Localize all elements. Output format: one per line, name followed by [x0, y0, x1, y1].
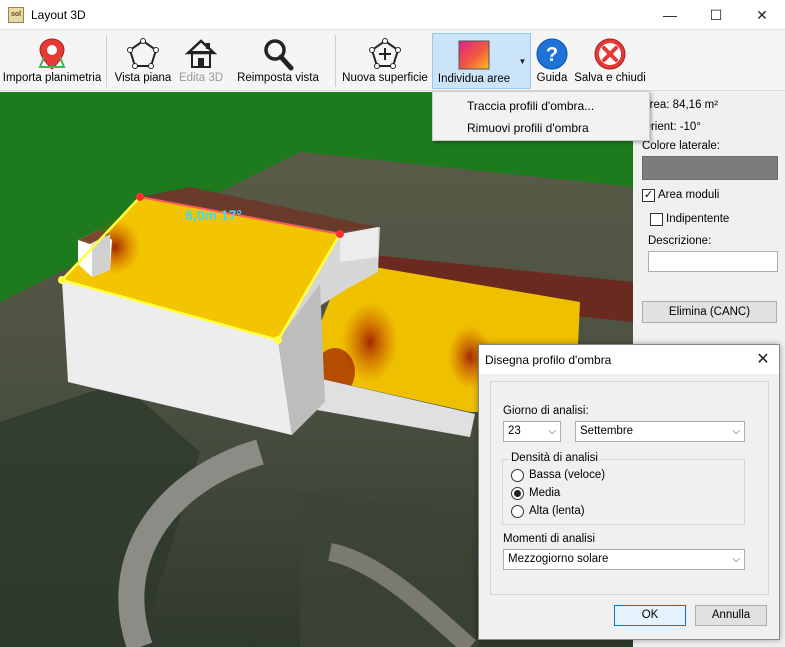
- checkmark-icon: ✓: [643, 189, 654, 201]
- chevron-down-icon: ⌵: [732, 554, 740, 565]
- independent-checkbox[interactable]: [650, 213, 663, 226]
- day-value: 23: [508, 425, 521, 437]
- minimize-button[interactable]: —: [647, 0, 693, 30]
- density-low-label: Bassa (veloce): [529, 469, 606, 481]
- orientation-value: Orient: -10°: [642, 121, 701, 133]
- pentagon-icon: [127, 38, 159, 69]
- month-value: Settembre: [580, 425, 634, 437]
- magnifier-icon: [264, 39, 294, 71]
- edit-3d-label: Edita 3D: [178, 72, 224, 84]
- flat-view-label: Vista piana: [114, 72, 172, 84]
- help-icon: ?: [536, 38, 568, 70]
- identify-areas-label: Individua aree: [437, 73, 511, 85]
- moments-label: Momenti di analisi: [503, 533, 596, 545]
- save-close-label: Salva e chiudi: [574, 72, 646, 84]
- dialog-close-button[interactable]: ✕: [753, 349, 773, 369]
- close-icon: ✕: [756, 351, 770, 368]
- toolbar-separator: [106, 35, 107, 87]
- new-surface-button[interactable]: Nuova superficie: [341, 33, 429, 89]
- side-color-label: Colore laterale:: [642, 140, 720, 152]
- day-label: Giorno di analisi:: [503, 405, 589, 417]
- import-floorplan-button[interactable]: Importa planimetria: [2, 33, 102, 89]
- day-select[interactable]: 23 ⌵: [503, 421, 561, 442]
- close-button[interactable]: ✕: [739, 0, 785, 30]
- app-icon: sol: [8, 7, 24, 23]
- menu-item-trace-shadow[interactable]: Traccia profili d'ombra...: [467, 99, 594, 113]
- moments-select[interactable]: Mezzogiorno solare ⌵: [503, 549, 745, 570]
- shadow-profile-dialog: Disegna profilo d'ombra ✕ Giorno di anal…: [478, 344, 780, 640]
- menu-item-remove-shadow[interactable]: Rimuovi profili d'ombra: [467, 121, 589, 135]
- dialog-title-bar: Disegna profilo d'ombra ✕: [479, 345, 779, 374]
- guide-button[interactable]: ? Guida: [533, 33, 571, 89]
- new-surface-label: Nuova superficie: [342, 72, 428, 84]
- house-icon: [184, 39, 218, 68]
- description-label: Descrizione:: [648, 235, 712, 247]
- edit-3d-button[interactable]: Edita 3D: [176, 33, 226, 89]
- ok-button[interactable]: OK: [614, 605, 686, 626]
- import-floorplan-label: Importa planimetria: [2, 72, 102, 84]
- new-polygon-icon: [369, 38, 401, 69]
- reset-view-button[interactable]: Reimposta vista: [236, 33, 320, 89]
- maximize-button[interactable]: ☐: [693, 0, 739, 30]
- density-high-radio[interactable]: [511, 505, 524, 518]
- flat-view-button[interactable]: Vista piana: [112, 33, 174, 89]
- description-input[interactable]: [648, 251, 778, 272]
- map-pin-icon: [38, 38, 66, 70]
- toolbar: Importa planimetria Vista piana Edita 3D…: [0, 31, 785, 91]
- caret-down-icon: ▼: [518, 57, 527, 66]
- cancel-button[interactable]: Annulla: [695, 605, 767, 626]
- moments-value: Mezzogiorno solare: [508, 553, 609, 565]
- area-value: Area: 84,16 m²: [642, 99, 719, 111]
- identify-areas-button[interactable]: Individua aree: [432, 33, 516, 89]
- identify-areas-menu: Traccia profili d'ombra... Rimuovi profi…: [432, 91, 650, 141]
- gradient-square-icon: [458, 40, 490, 70]
- edge-dimension-label: 6,0m 17°: [185, 207, 242, 223]
- chevron-down-icon: ⌵: [548, 426, 556, 437]
- guide-label: Guida: [536, 72, 568, 84]
- chevron-down-icon: ⌵: [732, 426, 740, 437]
- density-medium-label: Media: [529, 487, 561, 499]
- month-select[interactable]: Settembre ⌵: [575, 421, 745, 442]
- density-label: Densità di analisi: [509, 452, 600, 464]
- radio-selected-dot: [514, 490, 521, 497]
- close-circle-icon: [594, 38, 626, 70]
- save-close-button[interactable]: Salva e chiudi: [574, 33, 646, 89]
- identify-areas-dropdown[interactable]: ▼: [515, 33, 531, 89]
- density-low-radio[interactable]: [511, 469, 524, 482]
- title-bar: sol Layout 3D — ☐ ✕: [0, 0, 785, 30]
- area-modules-checkbox[interactable]: ✓: [642, 189, 655, 202]
- density-medium-radio[interactable]: [511, 487, 524, 500]
- reset-view-label: Reimposta vista: [237, 72, 319, 84]
- svg-text:?: ?: [546, 44, 558, 66]
- area-modules-label: Area moduli: [658, 189, 720, 201]
- dialog-title: Disegna profilo d'ombra: [485, 353, 612, 367]
- window-title: Layout 3D: [31, 8, 86, 22]
- delete-button[interactable]: Elimina (CANC): [642, 301, 777, 323]
- toolbar-separator: [335, 35, 336, 87]
- density-high-label: Alta (lenta): [529, 505, 585, 517]
- side-color-swatch[interactable]: [642, 156, 778, 180]
- independent-label: Indipentente: [666, 213, 730, 225]
